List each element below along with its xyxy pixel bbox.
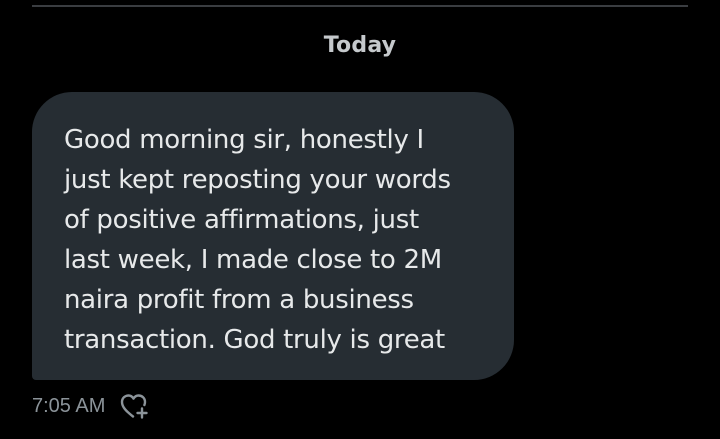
message-meta: 7:05 AM [32,392,151,420]
message-text-line: of positive affirmations, just [64,205,419,235]
heart-plus-icon [121,394,149,419]
message-text-line: just kept reposting your words [64,165,451,195]
date-separator: Today [323,33,397,58]
message-timestamp: 7:05 AM [32,394,106,417]
add-reaction-button[interactable] [119,392,151,420]
message-text-line: transaction. God truly is great [64,325,445,355]
top-divider [32,5,688,7]
received-message-bubble[interactable]: Good morning sir, honestly I just kept r… [32,92,514,380]
message-text-line: naira profit from a business [64,285,414,315]
message-text-line: Good morning sir, honestly I [64,125,424,155]
message-text-line: last week, I made close to 2M [64,245,442,275]
